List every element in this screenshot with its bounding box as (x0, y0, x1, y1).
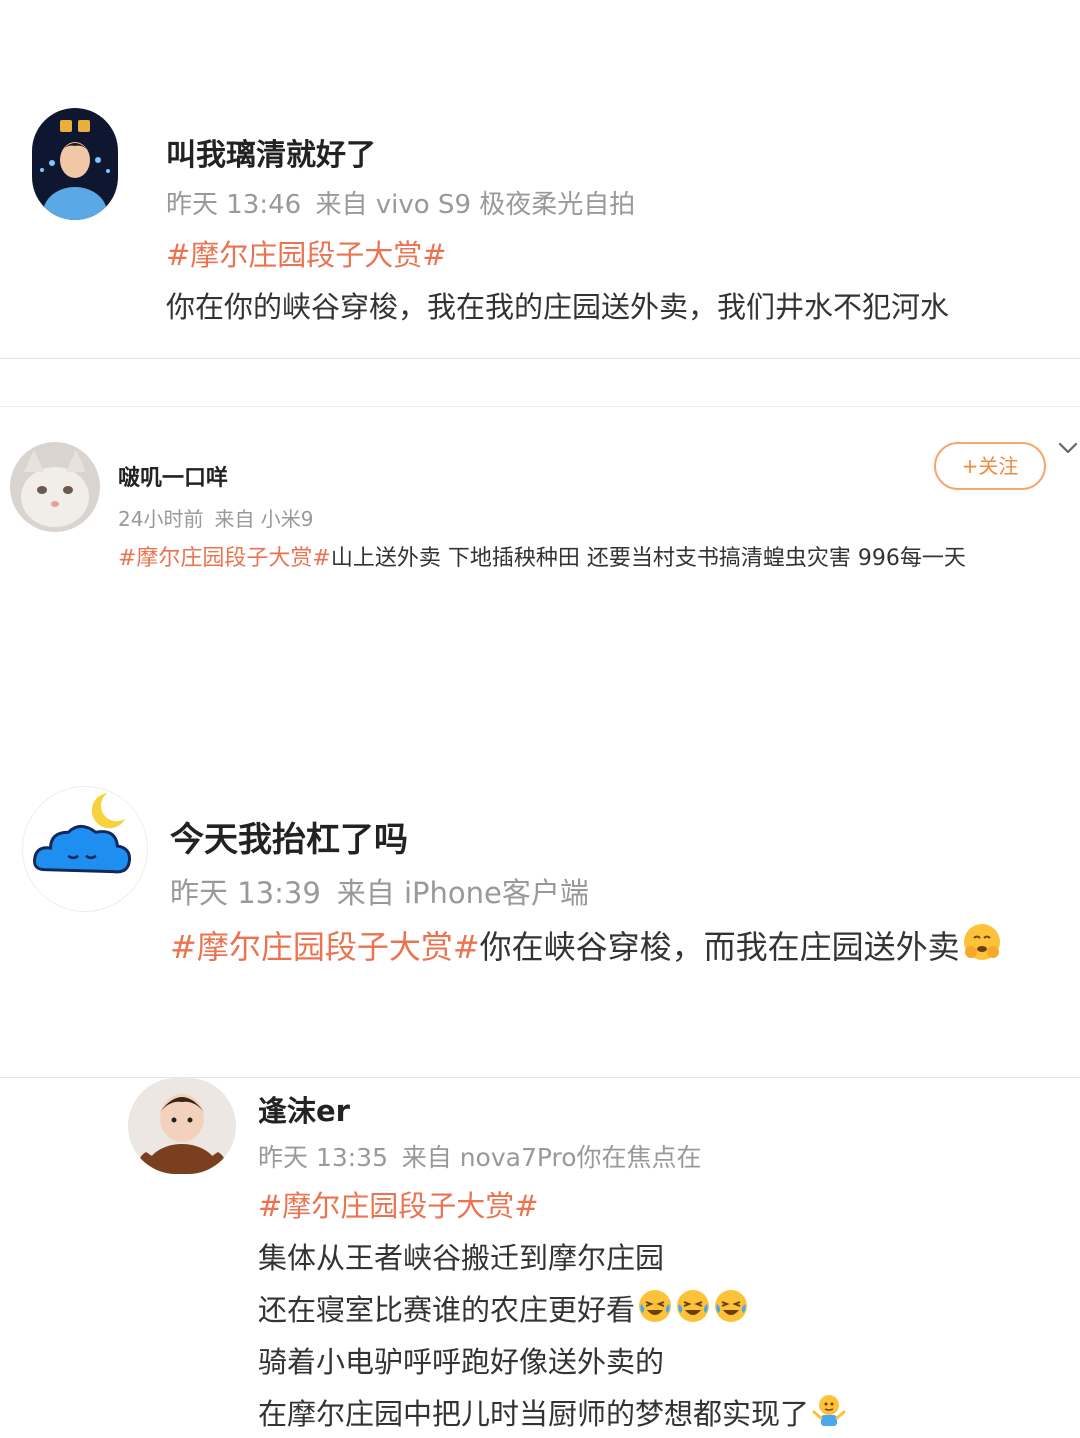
chevron-down-icon[interactable] (1057, 440, 1079, 456)
user-name[interactable]: 啵叽一口咩 (118, 460, 228, 492)
post-time: 昨天 13:35 (258, 1143, 388, 1172)
topic-tag[interactable]: #摩尔庄园段子大赏# (258, 1183, 539, 1225)
post-body: 山上送外卖 下地插秧种田 还要当村支书搞清蝗虫灾害 996每一天 (330, 546, 966, 571)
post-text-line-content: 在摩尔庄园中把儿时当厨师的梦想都实现了 (258, 1397, 810, 1431)
laughing-crying-emoji-icon (637, 1288, 673, 1331)
post-source: 来自 iPhone客户端 (336, 876, 589, 910)
topic-tag[interactable]: #摩尔庄园段子大赏# (118, 546, 331, 571)
post-meta: 昨天 13:46 来自 vivo S9 极夜柔光自拍 (166, 184, 635, 221)
post-text: #摩尔庄园段子大赏#你在峡谷穿梭，而我在庄园送外卖 (170, 922, 1002, 970)
child-avatar-image (128, 1078, 236, 1174)
post-source: 来自 vivo S9 极夜柔光自拍 (315, 190, 636, 220)
user-name[interactable]: 逢沫er (258, 1088, 350, 1130)
post-text: #摩尔庄园段子大赏#山上送外卖 下地插秧种田 还要当村支书搞清蝗虫灾害 996每… (118, 540, 966, 572)
user-avatar[interactable] (10, 442, 100, 532)
user-avatar[interactable] (32, 108, 118, 220)
post-meta: 昨天 13:39 来自 iPhone客户端 (170, 870, 589, 912)
post-meta: 24小时前 来自 小米9 (118, 503, 314, 532)
post-text: 你在你的峡谷穿梭，我在我的庄园送外卖，我们井水不犯河水 (166, 290, 950, 324)
divider (0, 358, 1080, 359)
post-meta: 昨天 13:35 来自 nova7Pro你在焦点在 (258, 1138, 702, 1174)
topic-tag[interactable]: #摩尔庄园段子大赏# (166, 232, 447, 274)
post-time: 昨天 13:46 (166, 190, 302, 220)
shrug-emoji-icon (811, 1392, 847, 1435)
post-source: 来自 nova7Pro你在焦点在 (401, 1143, 702, 1172)
post-text-line: 骑着小电驴呼呼跑好像送外卖的 (258, 1345, 665, 1379)
post-time: 24小时前 (118, 507, 204, 531)
user-name[interactable]: 今天我抬杠了吗 (170, 812, 408, 861)
follow-button[interactable]: +关注 (934, 442, 1046, 490)
laughing-crying-emoji-icon (675, 1288, 711, 1331)
post-time: 昨天 13:39 (170, 876, 321, 910)
post-1: 叫我璃清就好了 昨天 13:46 来自 vivo S9 极夜柔光自拍 #摩尔庄园段… (0, 0, 1080, 360)
divider (0, 1077, 1080, 1078)
cloud-moon-avatar (33, 792, 132, 874)
post-source: 来自 小米9 (214, 507, 314, 531)
post-text-line: 还在寝室比赛谁的农庄更好看 (258, 1287, 749, 1331)
topic-tag[interactable]: #摩尔庄园段子大赏# (170, 928, 480, 966)
cat-avatar-image (10, 442, 100, 532)
post-text-line-content: 还在寝室比赛谁的农庄更好看 (258, 1293, 636, 1327)
user-avatar[interactable] (128, 1078, 236, 1174)
post-text-line: 集体从王者峡谷搬迁到摩尔庄园 (258, 1241, 665, 1275)
user-avatar[interactable] (22, 786, 148, 912)
avatar-image (32, 108, 118, 220)
user-name[interactable]: 叫我璃清就好了 (166, 130, 376, 174)
blush-hands-emoji-icon (962, 922, 1002, 970)
post-text-line: 在摩尔庄园中把儿时当厨师的梦想都实现了 (258, 1391, 847, 1435)
post-body: 你在峡谷穿梭，而我在庄园送外卖 (479, 928, 960, 966)
laughing-crying-emoji-icon (713, 1288, 749, 1331)
